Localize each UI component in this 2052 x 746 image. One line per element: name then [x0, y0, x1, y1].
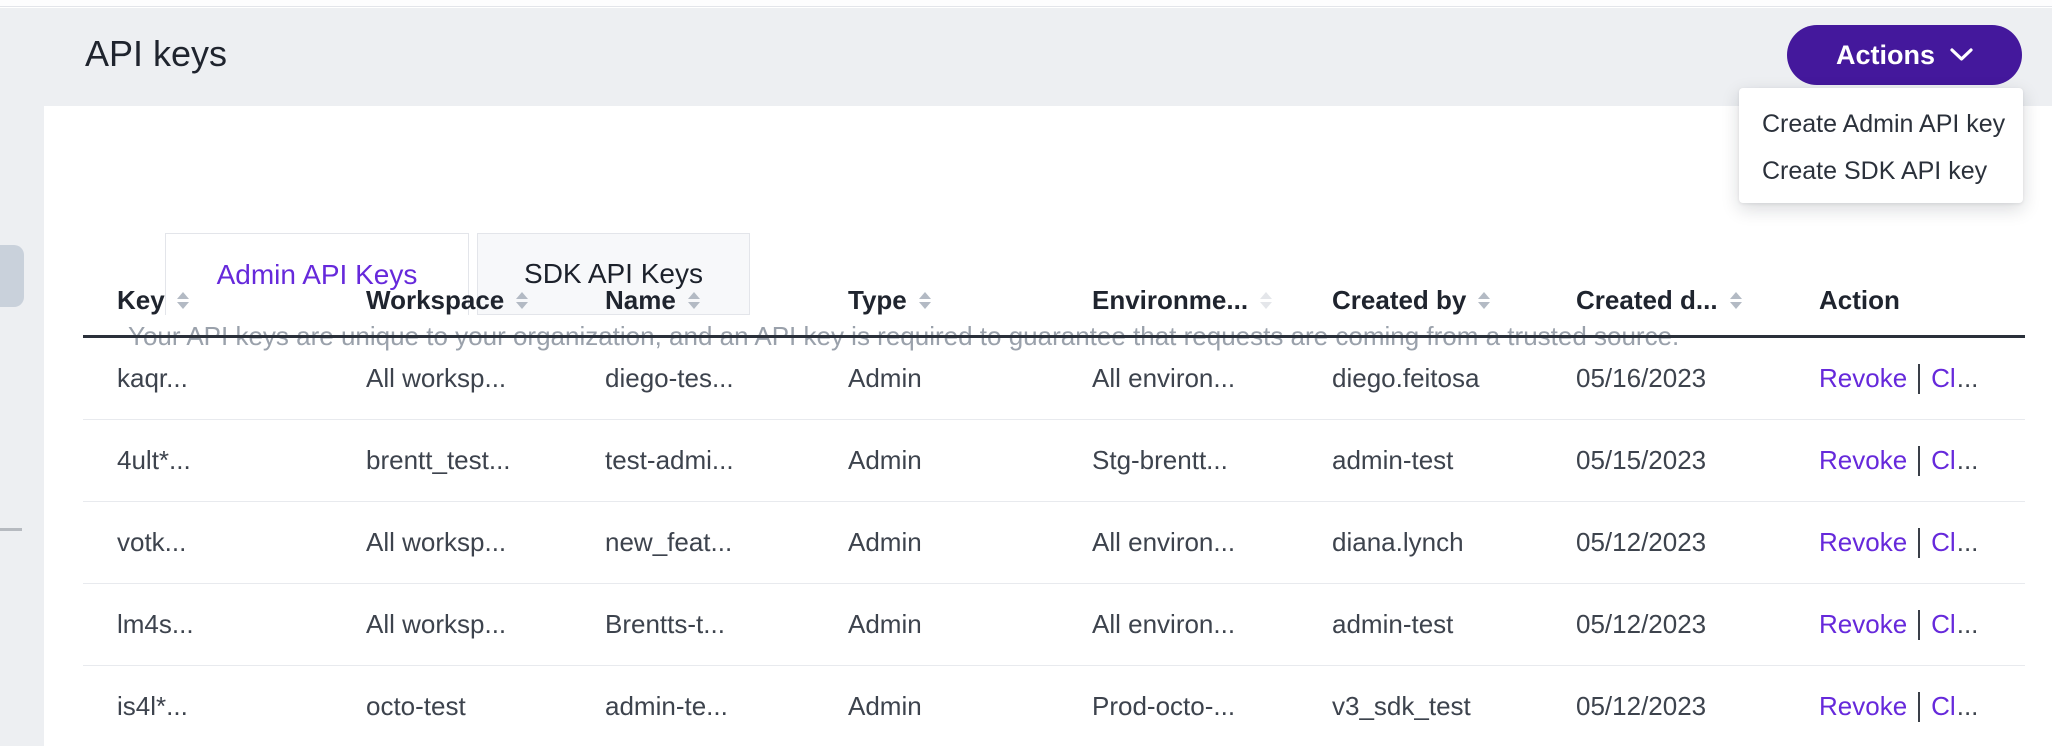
cell-workspace: brentt_test... [366, 445, 605, 476]
cell-created-date: 05/12/2023 [1576, 527, 1819, 558]
table-row: lm4s... All worksp... Brentts-t... Admin… [83, 584, 2025, 666]
sort-icon [1730, 292, 1742, 309]
cell-workspace: All worksp... [366, 363, 605, 394]
cell-type: Admin [848, 691, 1092, 722]
action-separator [1918, 610, 1920, 640]
cell-name: admin-te... [605, 691, 848, 722]
sidebar-divider [0, 528, 22, 531]
clone-link[interactable]: Cl [1931, 527, 1956, 558]
column-header-key[interactable]: Key [117, 285, 366, 316]
sort-icon [1260, 292, 1272, 309]
table-row: is4l*... octo-test admin-te... Admin Pro… [83, 666, 2025, 746]
cell-environment: All environ... [1092, 609, 1332, 640]
cell-key: kaqr... [117, 363, 366, 394]
sort-icon [1478, 292, 1490, 309]
column-header-environment[interactable]: Environme... [1092, 285, 1332, 316]
column-header-created-date[interactable]: Created d... [1576, 285, 1819, 316]
table-row: kaqr... All worksp... diego-tes... Admin… [83, 338, 2025, 420]
sort-icon [516, 292, 528, 309]
cell-created-by: diana.lynch [1332, 527, 1576, 558]
cell-created-date: 05/15/2023 [1576, 445, 1819, 476]
cell-created-date: 05/12/2023 [1576, 609, 1819, 640]
left-gutter [0, 106, 44, 746]
column-header-created-by[interactable]: Created by [1332, 285, 1576, 316]
cell-action: Revoke Cl... [1819, 363, 2025, 394]
clone-link[interactable]: Cl [1931, 609, 1956, 640]
cell-environment: Prod-octo-... [1092, 691, 1332, 722]
cell-created-date: 05/16/2023 [1576, 363, 1819, 394]
revoke-link[interactable]: Revoke [1819, 445, 1907, 476]
cell-created-by: v3_sdk_test [1332, 691, 1576, 722]
cell-environment: Stg-brentt... [1092, 445, 1332, 476]
actions-button[interactable]: Actions [1787, 25, 2022, 85]
cell-name: diego-tes... [605, 363, 848, 394]
revoke-link[interactable]: Revoke [1819, 691, 1907, 722]
table-row: votk... All worksp... new_feat... Admin … [83, 502, 2025, 584]
actions-dropdown-menu: Create Admin API key Create SDK API key [1739, 88, 2023, 203]
menu-item-create-admin-api-key[interactable]: Create Admin API key [1739, 101, 2023, 148]
cell-workspace: All worksp... [366, 609, 605, 640]
clone-link[interactable]: Cl [1931, 363, 1956, 394]
cell-type: Admin [848, 445, 1092, 476]
sidebar-scroll-thumb[interactable] [0, 245, 24, 307]
column-header-action: Action [1819, 285, 2025, 316]
cell-key: votk... [117, 527, 366, 558]
cell-type: Admin [848, 363, 1092, 394]
table-row: 4ult*... brentt_test... test-admi... Adm… [83, 420, 2025, 502]
top-strip [0, 0, 2052, 7]
chevron-down-icon [1950, 48, 1973, 62]
cell-name: Brentts-t... [605, 609, 848, 640]
cell-type: Admin [848, 609, 1092, 640]
cell-key: is4l*... [117, 691, 366, 722]
action-separator [1918, 692, 1920, 722]
cell-created-by: diego.feitosa [1332, 363, 1576, 394]
action-separator [1918, 528, 1920, 558]
cell-environment: All environ... [1092, 363, 1332, 394]
clone-link[interactable]: Cl [1931, 691, 1956, 722]
clone-link[interactable]: Cl [1931, 445, 1956, 476]
cell-environment: All environ... [1092, 527, 1332, 558]
revoke-link[interactable]: Revoke [1819, 363, 1907, 394]
column-header-workspace[interactable]: Workspace [366, 285, 605, 316]
cell-name: new_feat... [605, 527, 848, 558]
api-keys-table: Key Workspace Name Type Environme... Cre… [83, 266, 2025, 746]
menu-item-create-sdk-api-key[interactable]: Create SDK API key [1739, 148, 2023, 195]
revoke-link[interactable]: Revoke [1819, 527, 1907, 558]
actions-button-label: Actions [1836, 40, 1935, 71]
cell-workspace: All worksp... [366, 527, 605, 558]
cell-key: 4ult*... [117, 445, 366, 476]
cell-type: Admin [848, 527, 1092, 558]
cell-created-date: 05/12/2023 [1576, 691, 1819, 722]
cell-created-by: admin-test [1332, 445, 1576, 476]
column-header-type[interactable]: Type [848, 285, 1092, 316]
cell-action: Revoke Cl... [1819, 691, 2025, 722]
sort-icon [177, 292, 189, 309]
page-title: API keys [85, 33, 227, 75]
sort-icon [919, 292, 931, 309]
column-header-name[interactable]: Name [605, 285, 848, 316]
action-separator [1918, 364, 1920, 394]
cell-action: Revoke Cl... [1819, 445, 2025, 476]
action-separator [1918, 446, 1920, 476]
cell-name: test-admi... [605, 445, 848, 476]
table-header-row: Key Workspace Name Type Environme... Cre… [83, 266, 2025, 338]
sort-icon [688, 292, 700, 309]
cell-action: Revoke Cl... [1819, 609, 2025, 640]
cell-created-by: admin-test [1332, 609, 1576, 640]
api-keys-page: API keys Actions Admin API Keys SDK API … [0, 0, 2052, 746]
cell-key: lm4s... [117, 609, 366, 640]
revoke-link[interactable]: Revoke [1819, 609, 1907, 640]
cell-workspace: octo-test [366, 691, 605, 722]
cell-action: Revoke Cl... [1819, 527, 2025, 558]
